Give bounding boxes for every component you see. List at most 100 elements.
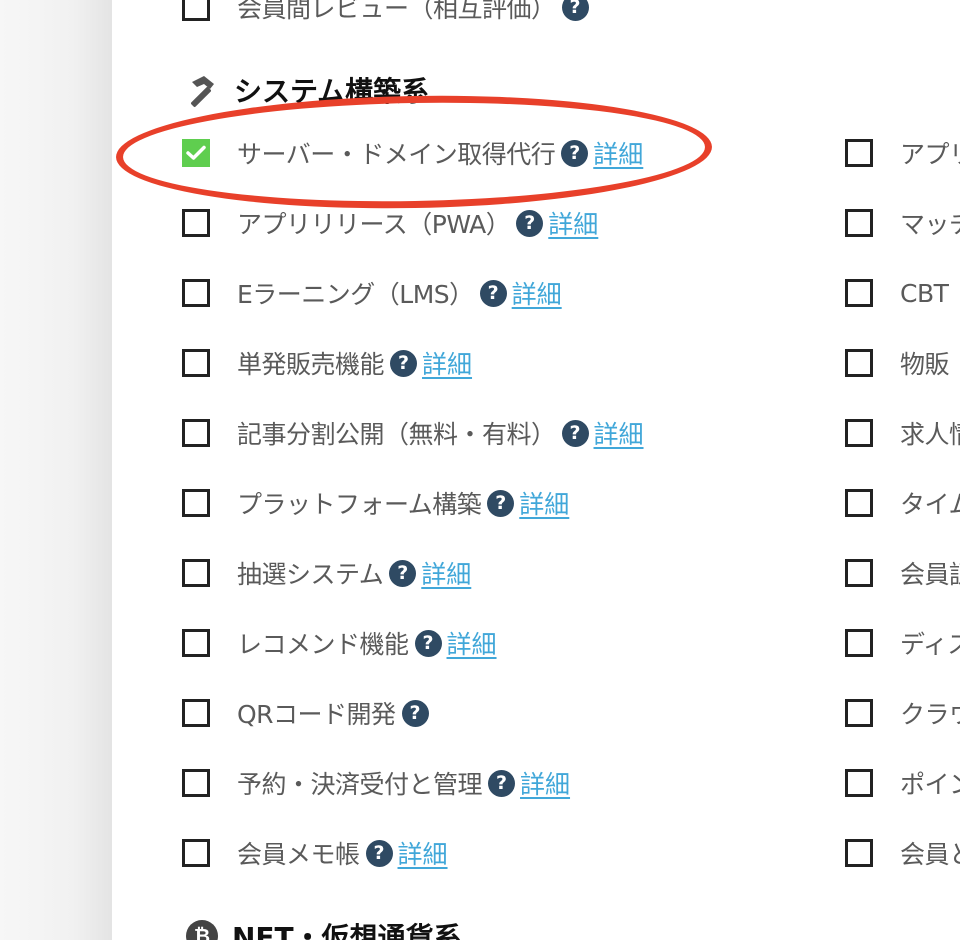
help-icon[interactable]: ?	[390, 349, 418, 377]
option-item[interactable]: 求人情	[845, 413, 960, 453]
option-item[interactable]: 会員メモ帳? 詳細	[182, 833, 448, 873]
detail-link[interactable]: 詳細	[519, 485, 569, 521]
option-item[interactable]: QRコード開発?	[182, 693, 429, 733]
checkbox[interactable]	[845, 139, 873, 167]
option-item[interactable]: 物販	[845, 343, 950, 383]
detail-link[interactable]: 詳細	[594, 415, 644, 451]
help-icon[interactable]: ?	[479, 279, 507, 307]
option-item[interactable]: 単発販売機能? 詳細	[182, 343, 472, 383]
checkbox[interactable]	[182, 0, 210, 21]
checkbox[interactable]	[845, 279, 873, 307]
option-label: 会員と	[900, 840, 960, 869]
option-item[interactable]: タイム	[845, 483, 960, 523]
option-item[interactable]: Eラーニング（LMS）? 詳細	[182, 273, 562, 313]
checkbox[interactable]	[182, 209, 210, 237]
checkbox[interactable]	[845, 769, 873, 797]
option-label: 会員証	[900, 560, 960, 589]
option-item[interactable]: クラウ	[845, 693, 960, 733]
detail-link[interactable]: 詳細	[422, 345, 472, 381]
help-icon[interactable]: ?	[516, 209, 544, 237]
option-item[interactable]: 会員証	[845, 553, 960, 593]
option-item[interactable]: アプリ	[845, 133, 960, 173]
option-item[interactable]: サーバー・ドメイン取得代行? 詳細	[182, 133, 643, 173]
checkbox[interactable]	[182, 839, 210, 867]
checkbox[interactable]	[845, 629, 873, 657]
help-icon[interactable]: ?	[561, 419, 589, 447]
option-item[interactable]: 会員と	[845, 833, 960, 873]
option-label: プラットフォーム構築	[237, 490, 482, 519]
option-item[interactable]: ポイン	[845, 763, 960, 803]
checkmark-icon	[186, 145, 206, 160]
option-item[interactable]: 抽選システム? 詳細	[182, 553, 471, 593]
option-label: 抽選システム	[237, 560, 384, 589]
option-label: ポイン	[900, 770, 960, 799]
help-icon[interactable]: ?	[401, 699, 429, 727]
option-label: ディス	[900, 630, 960, 659]
help-icon[interactable]: ?	[389, 559, 417, 587]
checkbox[interactable]	[845, 839, 873, 867]
option-label: 会員間レビュー（相互評価）	[237, 0, 556, 23]
checkbox[interactable]	[182, 419, 210, 447]
option-label: アプリ	[900, 140, 960, 169]
option-item[interactable]: 記事分割公開（無料・有料）? 詳細	[182, 413, 644, 453]
option-label: 単発販売機能	[237, 350, 385, 379]
option-label: レコメンド機能	[237, 630, 409, 659]
option-label: 記事分割公開（無料・有料）	[237, 420, 556, 449]
option-member-review[interactable]: 会員間レビュー（相互評価） ?	[182, 0, 589, 27]
section-header-nft: ₿ NFT・仮想通貨系	[186, 916, 462, 940]
option-item[interactable]: レコメンド機能? 詳細	[182, 623, 497, 663]
checkbox[interactable]	[182, 629, 210, 657]
section-header-system: システム構築系	[184, 70, 429, 110]
checkbox[interactable]	[845, 419, 873, 447]
checkbox[interactable]	[845, 349, 873, 377]
checkbox[interactable]	[845, 209, 873, 237]
option-label: クラウ	[900, 700, 960, 729]
help-icon[interactable]: ?	[561, 139, 589, 167]
checkbox-checked[interactable]	[182, 139, 210, 167]
help-icon[interactable]: ?	[487, 489, 515, 517]
option-label: マッチ	[900, 210, 960, 239]
option-label: 予約・決済受付と管理	[237, 770, 483, 799]
option-label: アプリリリース（PWA）	[237, 210, 511, 239]
option-label: 求人情	[900, 420, 960, 449]
options-panel: 会員間レビュー（相互評価） ? システム構築系 サーバー・ドメイン取得代行? 詳細…	[112, 0, 960, 940]
page-background	[0, 0, 112, 940]
option-label: サーバー・ドメイン取得代行	[237, 140, 556, 169]
help-icon[interactable]: ?	[488, 769, 516, 797]
option-item[interactable]: CBT	[845, 273, 949, 313]
checkbox[interactable]	[182, 349, 210, 377]
option-item[interactable]: マッチ	[845, 203, 960, 243]
section-title: NFT・仮想通貨系	[232, 921, 462, 940]
checkbox[interactable]	[845, 559, 873, 587]
detail-link[interactable]: 詳細	[593, 135, 643, 171]
help-icon[interactable]: ?	[414, 629, 442, 657]
checkbox[interactable]	[182, 699, 210, 727]
checkbox[interactable]	[182, 279, 210, 307]
detail-link[interactable]: 詳細	[421, 555, 471, 591]
checkbox[interactable]	[845, 489, 873, 517]
help-icon[interactable]: ?	[365, 839, 393, 867]
hammer-icon	[191, 76, 214, 107]
checkbox[interactable]	[845, 699, 873, 727]
option-item[interactable]: プラットフォーム構築? 詳細	[182, 483, 569, 523]
option-item[interactable]: 予約・決済受付と管理? 詳細	[182, 763, 570, 803]
option-item[interactable]: アプリリリース（PWA）? 詳細	[182, 203, 598, 243]
detail-link[interactable]: 詳細	[520, 765, 570, 801]
checkbox[interactable]	[182, 559, 210, 587]
bitcoin-icon: ₿	[186, 920, 218, 940]
option-label: タイム	[900, 490, 960, 519]
detail-link[interactable]: 詳細	[512, 275, 562, 311]
option-label: Eラーニング（LMS）	[237, 280, 474, 309]
detail-link[interactable]: 詳細	[398, 835, 448, 871]
checkbox[interactable]	[182, 769, 210, 797]
detail-link[interactable]: 詳細	[447, 625, 497, 661]
option-label: 物販	[900, 350, 950, 379]
option-label: 会員メモ帳	[237, 840, 360, 869]
option-item[interactable]: ディス	[845, 623, 960, 663]
section-title: システム構築系	[234, 75, 430, 108]
checkbox[interactable]	[182, 489, 210, 517]
option-label: CBT	[900, 278, 949, 308]
detail-link[interactable]: 詳細	[548, 205, 598, 241]
option-label: QRコード開発	[237, 700, 396, 729]
help-icon[interactable]: ?	[561, 0, 589, 21]
